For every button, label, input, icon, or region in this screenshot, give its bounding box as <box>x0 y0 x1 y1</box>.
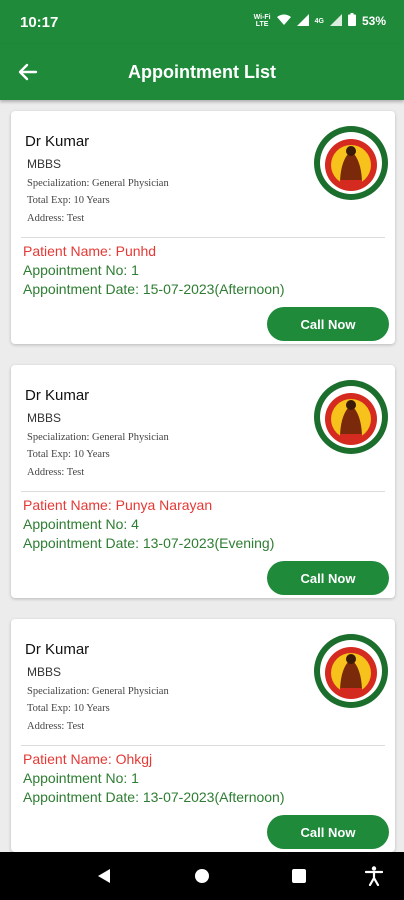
doctor-address: Address: Test <box>27 467 85 478</box>
wifi-icon <box>276 14 291 29</box>
doctor-experience: Total Exp: 10 Years <box>27 703 110 714</box>
patient-name: Patient Name: Ohkgj <box>23 751 153 767</box>
card-divider <box>21 237 385 238</box>
appointment-date: Appointment Date: 13-07-2023(Afternoon) <box>23 789 285 805</box>
call-now-button[interactable]: Call Now <box>267 561 389 595</box>
status-icons: Wi-Fi LTE 4G 53% <box>254 13 386 29</box>
doctor-specialization: Specialization: General Physician <box>27 178 169 189</box>
card-divider <box>21 745 385 746</box>
signal-icon-2 <box>329 13 342 29</box>
patient-name: Patient Name: Punya Narayan <box>23 497 213 513</box>
system-nav-bar <box>0 852 404 900</box>
signal-icon <box>296 13 309 29</box>
status-bar: 10:17 Wi-Fi LTE 4G 53% <box>0 0 404 44</box>
status-time: 10:17 <box>20 14 59 31</box>
appointment-number: Appointment No: 4 <box>23 516 139 532</box>
appointment-card: Dr Kumar MBBS Specialization: General Ph… <box>11 365 395 598</box>
doctor-name: Dr Kumar <box>25 133 90 150</box>
network-type-label: Wi-Fi LTE <box>253 14 271 28</box>
appointment-card: Dr Kumar MBBS Specialization: General Ph… <box>11 111 395 344</box>
call-now-button[interactable]: Call Now <box>267 307 389 341</box>
battery-icon <box>347 13 356 29</box>
appointment-date: Appointment Date: 15-07-2023(Afternoon) <box>23 281 285 297</box>
doctor-experience: Total Exp: 10 Years <box>27 195 110 206</box>
doctor-degree: MBBS <box>27 157 62 171</box>
appointment-number: Appointment No: 1 <box>23 262 139 278</box>
appointment-date: Appointment Date: 13-07-2023(Evening) <box>23 535 275 551</box>
app-bar: Appointment List <box>0 44 404 100</box>
appointment-list[interactable]: Dr Kumar MBBS Specialization: General Ph… <box>0 100 404 852</box>
doctor-degree: MBBS <box>27 411 62 425</box>
circle-home-icon[interactable] <box>190 864 214 888</box>
triangle-back-icon[interactable] <box>92 864 116 888</box>
battery-percent: 53% <box>361 14 386 28</box>
clinic-logo <box>314 126 388 200</box>
doctor-specialization: Specialization: General Physician <box>27 686 169 697</box>
page-title: Appointment List <box>128 62 276 82</box>
doctor-degree: MBBS <box>27 665 62 679</box>
square-recents-icon[interactable] <box>287 864 311 888</box>
patient-name: Patient Name: Punhd <box>23 243 157 259</box>
accessibility-icon[interactable] <box>362 864 386 888</box>
call-now-button[interactable]: Call Now <box>267 815 389 849</box>
clinic-logo <box>314 634 388 708</box>
doctor-address: Address: Test <box>27 721 85 732</box>
clinic-logo <box>314 380 388 454</box>
appointment-number: Appointment No: 1 <box>23 770 139 786</box>
doctor-experience: Total Exp: 10 Years <box>27 449 110 460</box>
appointment-card: Dr Kumar MBBS Specialization: General Ph… <box>11 619 395 852</box>
card-divider <box>21 491 385 492</box>
network-4g-label: 4G <box>314 17 324 25</box>
doctor-name: Dr Kumar <box>25 387 90 404</box>
doctor-specialization: Specialization: General Physician <box>27 432 169 443</box>
doctor-address: Address: Test <box>27 213 85 224</box>
doctor-name: Dr Kumar <box>25 641 90 658</box>
